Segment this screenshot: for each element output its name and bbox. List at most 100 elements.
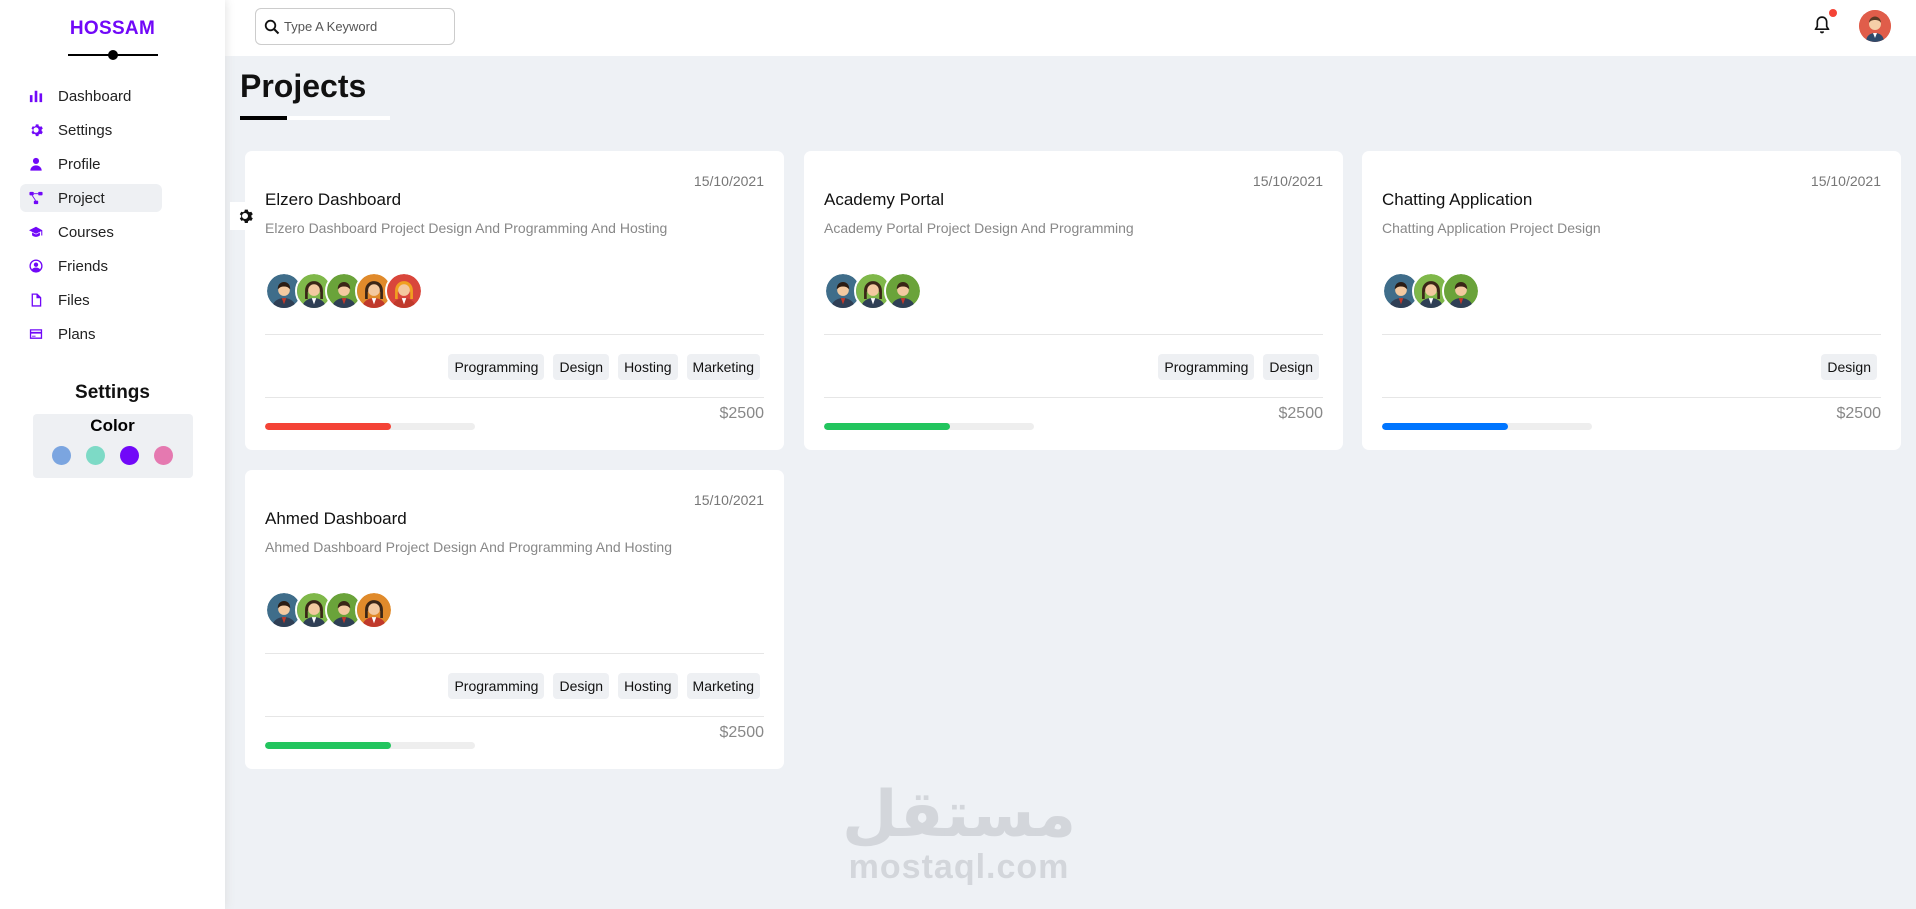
sidebar-item-label: Settings — [58, 121, 113, 139]
sidebar-nav: Dashboard Settings Profile Project Cours… — [0, 82, 225, 348]
search-input[interactable] — [284, 19, 434, 34]
sidebar-item-dashboard[interactable]: Dashboard — [20, 82, 162, 110]
graduation-cap-icon — [28, 224, 44, 240]
card-divider — [824, 334, 1323, 335]
team-avatars — [265, 272, 764, 312]
color-swatches — [33, 446, 193, 465]
search-box — [255, 8, 455, 45]
team-member-avatar[interactable] — [1442, 272, 1480, 310]
card-footer: $2500 — [1382, 398, 1881, 438]
project-date: 15/10/2021 — [1252, 173, 1323, 189]
project-card: 15/10/2021 Elzero Dashboard Elzero Dashb… — [245, 151, 784, 450]
sidebar-item-project[interactable]: Project — [20, 184, 162, 212]
project-price: $2500 — [1278, 405, 1324, 422]
user-icon — [28, 156, 44, 172]
card-divider — [265, 334, 764, 335]
sidebar-item-friends[interactable]: Friends — [20, 252, 162, 280]
user-avatar[interactable] — [1859, 10, 1891, 42]
team-member-avatar[interactable] — [355, 591, 393, 629]
progress-fill — [265, 742, 391, 749]
project-tag: Design — [553, 673, 610, 699]
project-description: Chatting Application Project Design — [1382, 220, 1601, 236]
sidebar-item-files[interactable]: Files — [20, 286, 162, 314]
file-icon — [28, 292, 44, 308]
card-divider — [1382, 334, 1881, 335]
project-description: Elzero Dashboard Project Design And Prog… — [265, 220, 668, 236]
project-tags: Programming Design Hosting Marketing — [265, 673, 764, 699]
project-tag: Hosting — [618, 354, 678, 380]
project-tag: Programming — [448, 354, 545, 380]
progress-bar — [265, 423, 475, 430]
progress-fill — [265, 423, 391, 430]
project-tag: Design — [1263, 354, 1319, 380]
progress-fill — [824, 423, 950, 430]
watermark-arabic: مستقل — [842, 778, 1077, 852]
color-settings-box: Color — [32, 414, 193, 478]
project-title: Elzero Dashboard — [265, 190, 402, 209]
project-price: $2500 — [719, 724, 765, 741]
project-tag: Marketing — [686, 354, 760, 380]
color-swatch-teal[interactable] — [86, 446, 105, 465]
project-tag: Hosting — [618, 673, 678, 699]
project-tag: Programming — [1158, 354, 1255, 380]
bell-icon — [1814, 16, 1830, 34]
progress-bar — [265, 742, 475, 749]
sidebar-item-profile[interactable]: Profile — [20, 150, 162, 178]
chart-bar-icon — [28, 88, 44, 104]
sidebar-item-plans[interactable]: Plans — [20, 320, 162, 348]
avatar-icon — [1859, 10, 1891, 42]
gear-icon — [28, 122, 44, 138]
project-card: 15/10/2021 Ahmed Dashboard Ahmed Dashboa… — [245, 470, 784, 769]
sidebar-item-label: Dashboard — [58, 87, 132, 105]
settings-toggle-button[interactable] — [230, 202, 260, 230]
team-avatars — [824, 272, 1323, 312]
project-description: Academy Portal Project Design And Progra… — [824, 220, 1134, 236]
page-title: Projects — [240, 68, 367, 104]
project-card: 15/10/2021 Academy Portal Academy Portal… — [804, 151, 1343, 450]
brand-title: HOSSAM — [69, 18, 156, 39]
notifications-button[interactable] — [1811, 9, 1837, 36]
card-footer: $2500 — [265, 398, 764, 438]
sidebar-item-label: Friends — [58, 257, 109, 275]
settings-title: Settings — [75, 382, 150, 403]
color-swatch-blue[interactable] — [52, 446, 71, 465]
top-header — [225, 0, 1916, 56]
card-divider — [265, 653, 764, 654]
sidebar-item-courses[interactable]: Courses — [20, 218, 162, 246]
team-avatars — [265, 591, 764, 631]
search-icon — [264, 19, 280, 34]
project-title: Ahmed Dashboard — [265, 509, 407, 528]
project-price: $2500 — [719, 405, 765, 422]
circle-user-icon — [28, 258, 44, 274]
team-member-avatar[interactable] — [385, 272, 423, 310]
project-tag: Design — [553, 354, 610, 380]
color-swatch-pink[interactable] — [154, 446, 173, 465]
card-footer: $2500 — [824, 398, 1323, 438]
project-date: 15/10/2021 — [693, 173, 764, 189]
notification-dot — [1829, 9, 1837, 17]
project-tag: Programming — [448, 673, 545, 699]
sidebar-item-label: Plans — [58, 325, 96, 343]
brand-divider — [67, 54, 158, 56]
project-tags: Programming Design Hosting Marketing — [265, 354, 764, 380]
team-member-avatar[interactable] — [884, 272, 922, 310]
color-title: Color — [90, 416, 135, 435]
watermark-latin: mostaql.com — [848, 848, 1070, 886]
project-date: 15/10/2021 — [1810, 173, 1881, 189]
color-swatch-purple[interactable] — [120, 446, 139, 465]
title-underline — [240, 116, 390, 120]
project-tag: Design — [1821, 354, 1877, 380]
sidebar-item-settings[interactable]: Settings — [20, 116, 162, 144]
project-tags: Programming Design — [824, 354, 1323, 380]
sidebar-item-label: Project — [58, 189, 105, 207]
sidebar-item-label: Files — [58, 291, 90, 309]
project-card: 15/10/2021 Chatting Application Chatting… — [1362, 151, 1901, 450]
project-tag: Marketing — [686, 673, 760, 699]
progress-bar — [1382, 423, 1592, 430]
sidebar: HOSSAM Dashboard Settings Profile Projec… — [0, 0, 225, 909]
diagram-project-icon — [28, 190, 44, 206]
project-tags: Design — [1382, 354, 1881, 380]
credit-card-icon — [28, 326, 44, 342]
project-price: $2500 — [1836, 405, 1882, 422]
project-title: Academy Portal — [824, 190, 944, 209]
